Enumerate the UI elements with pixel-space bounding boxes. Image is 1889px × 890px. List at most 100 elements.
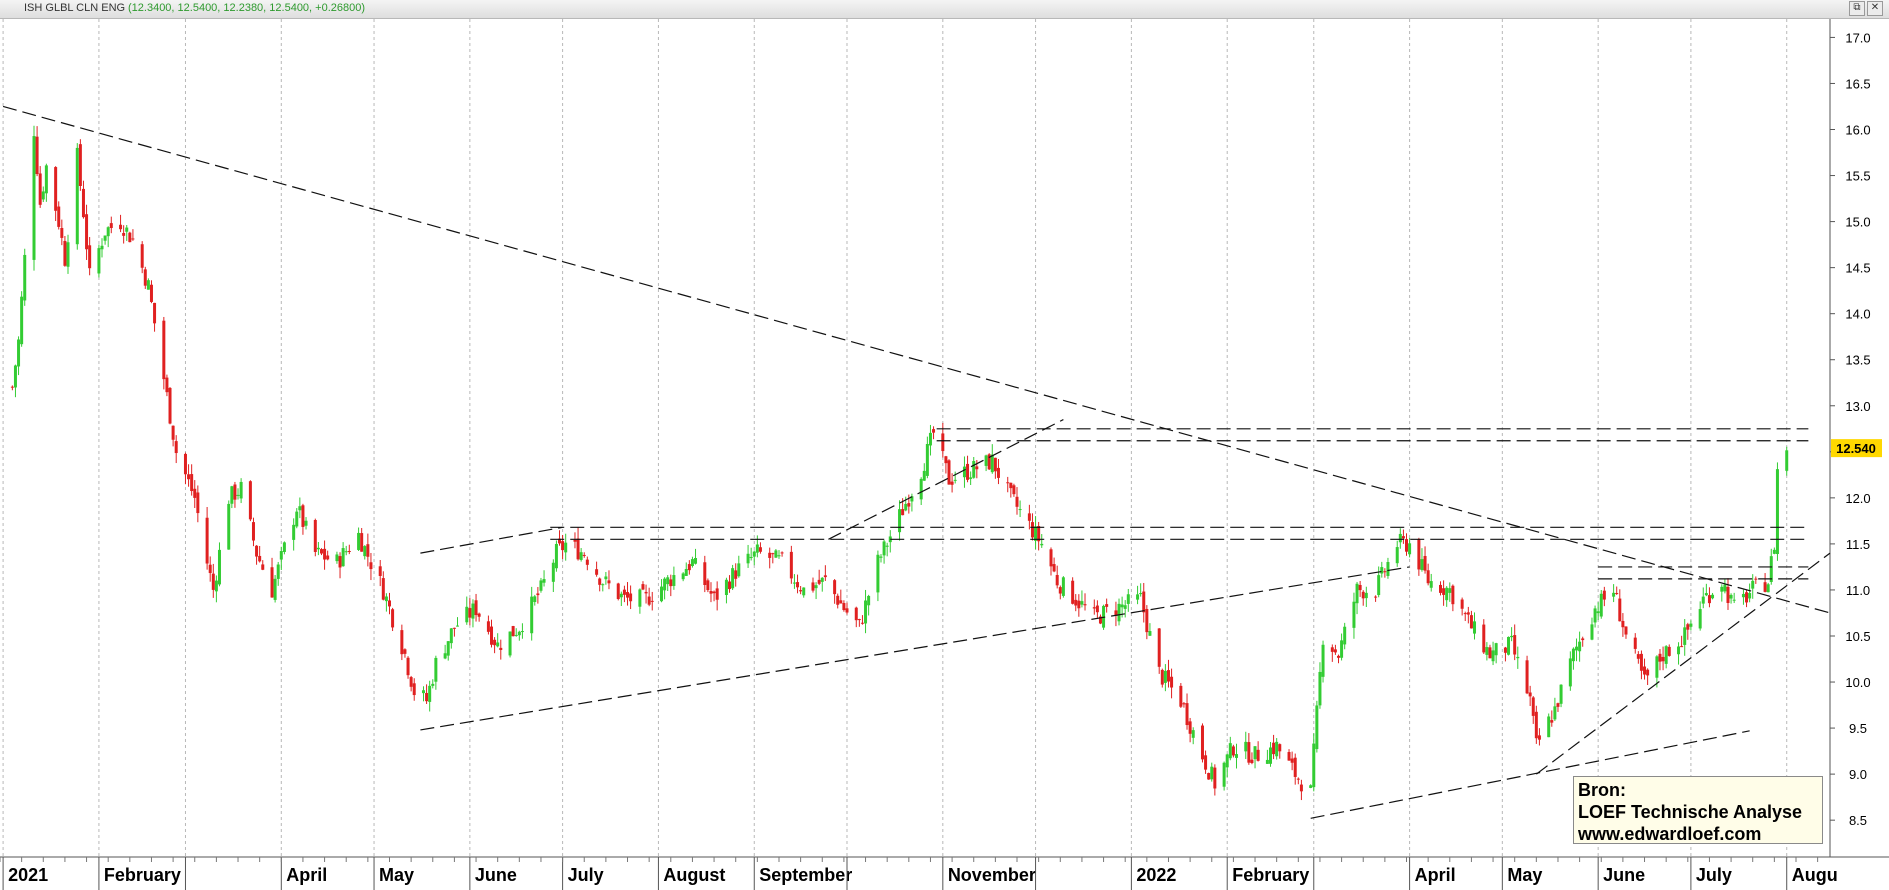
candle-down bbox=[171, 425, 175, 440]
candle-down bbox=[1374, 596, 1378, 598]
candle-down bbox=[839, 600, 843, 604]
candle-up bbox=[214, 580, 218, 592]
candle-up bbox=[681, 573, 685, 580]
candle-down bbox=[1667, 646, 1671, 656]
candle-up bbox=[1126, 594, 1130, 604]
candle-up bbox=[75, 147, 79, 245]
candle-up bbox=[449, 628, 453, 644]
candle-up bbox=[471, 603, 475, 619]
candle-up bbox=[1448, 588, 1452, 593]
candle-up bbox=[236, 494, 240, 496]
candle-up bbox=[1547, 716, 1551, 738]
candle-up bbox=[434, 657, 438, 682]
candle-down bbox=[1550, 720, 1554, 723]
candle-down bbox=[669, 579, 673, 587]
candle-up bbox=[904, 503, 908, 511]
candle-down bbox=[1188, 721, 1192, 734]
candle-up bbox=[1473, 621, 1477, 634]
x-tick-label: September bbox=[759, 865, 852, 885]
candle-down bbox=[168, 387, 172, 424]
candle-down bbox=[85, 214, 89, 250]
candle-up bbox=[1704, 593, 1708, 596]
candle-down bbox=[347, 550, 351, 552]
candle-down bbox=[1256, 749, 1260, 761]
y-tick-label: 11.5 bbox=[1846, 537, 1870, 552]
candle-up bbox=[13, 365, 17, 388]
candle-up bbox=[1386, 562, 1390, 576]
candle-up bbox=[125, 227, 129, 232]
candle-down bbox=[258, 555, 262, 562]
candle-up bbox=[962, 466, 966, 478]
candle-up bbox=[41, 191, 45, 200]
candle-up bbox=[882, 541, 886, 556]
candle-down bbox=[647, 596, 651, 605]
candle-up bbox=[1377, 575, 1381, 596]
candle-down bbox=[140, 244, 144, 268]
candle-down bbox=[1009, 482, 1013, 489]
candle-down bbox=[1095, 605, 1099, 613]
candle-down bbox=[162, 320, 166, 380]
candle-up bbox=[601, 584, 605, 586]
candle-down bbox=[1488, 647, 1492, 659]
candle-down bbox=[326, 555, 330, 560]
candle-down bbox=[907, 503, 911, 507]
candle-up bbox=[1364, 592, 1368, 599]
candle-down bbox=[54, 167, 58, 211]
candle-up bbox=[724, 579, 728, 596]
candle-down bbox=[360, 533, 364, 552]
candle-up bbox=[1553, 706, 1557, 720]
candle-up bbox=[1664, 646, 1668, 664]
candle-up bbox=[1612, 592, 1616, 597]
candle-down bbox=[944, 456, 948, 464]
candle-up bbox=[1494, 643, 1498, 656]
candle-down bbox=[477, 613, 481, 617]
candle-down bbox=[1179, 685, 1183, 707]
candle-up bbox=[1729, 594, 1733, 599]
x-tick-label: August bbox=[663, 865, 725, 885]
candle-up bbox=[1599, 593, 1603, 617]
x-tick-label: June bbox=[1603, 865, 1645, 885]
candle-down bbox=[1618, 598, 1622, 622]
candle-up bbox=[876, 554, 880, 593]
source-url[interactable]: www.edwardloef.com bbox=[1578, 823, 1818, 845]
candle-up bbox=[777, 555, 781, 557]
candle-up bbox=[1148, 631, 1152, 636]
candle-down bbox=[490, 626, 494, 645]
candle-down bbox=[183, 453, 187, 475]
candle-down bbox=[369, 562, 373, 570]
candle-up bbox=[1491, 650, 1495, 662]
candle-down bbox=[650, 600, 654, 602]
y-tick-label: 9.0 bbox=[1849, 767, 1867, 782]
candle-down bbox=[174, 441, 178, 454]
candle-up bbox=[749, 557, 753, 559]
candle-down bbox=[706, 580, 710, 591]
candle-up bbox=[517, 631, 521, 636]
candle-up bbox=[972, 461, 976, 478]
candle-down bbox=[947, 460, 951, 485]
candle-down bbox=[109, 223, 113, 229]
candle-down bbox=[391, 609, 395, 628]
candle-down bbox=[143, 269, 147, 286]
candle-up bbox=[1683, 627, 1687, 645]
candle-down bbox=[1423, 555, 1427, 571]
candle-down bbox=[687, 564, 691, 571]
candle-up bbox=[217, 549, 221, 585]
candle-up bbox=[774, 550, 778, 558]
candle-up bbox=[496, 642, 500, 647]
candle-down bbox=[1055, 574, 1059, 586]
candle-up bbox=[672, 575, 676, 586]
candle-down bbox=[1030, 522, 1034, 538]
candle-down bbox=[1602, 590, 1606, 600]
candle-down bbox=[1754, 578, 1758, 580]
y-tick-label: 8.5 bbox=[1849, 813, 1867, 828]
y-tick-label: 10.0 bbox=[1845, 675, 1870, 690]
candle-down bbox=[1166, 670, 1170, 682]
candle-down bbox=[425, 692, 429, 702]
candle-down bbox=[1537, 735, 1541, 740]
y-tick-label: 11.0 bbox=[1846, 583, 1870, 598]
x-tick-label: February bbox=[1232, 865, 1309, 885]
price-chart[interactable]: 8.59.09.510.010.511.011.512.012.513.013.… bbox=[0, 0, 1889, 890]
candle-up bbox=[1775, 469, 1779, 555]
candle-down bbox=[1633, 637, 1637, 649]
candle-down bbox=[1513, 635, 1517, 655]
